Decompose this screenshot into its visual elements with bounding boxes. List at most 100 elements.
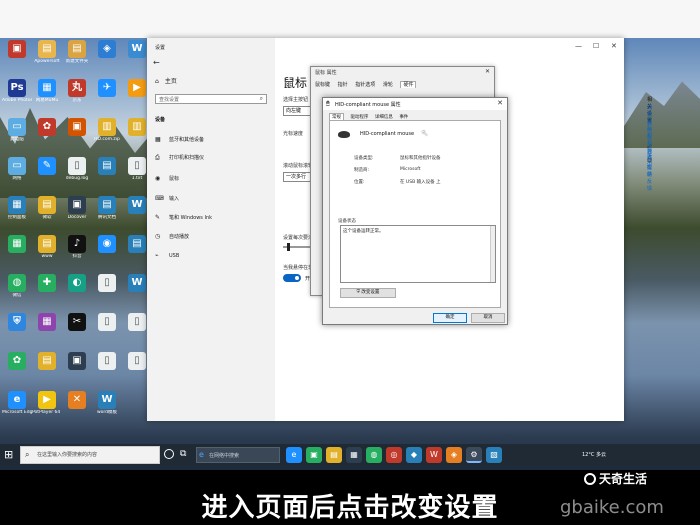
desktop-icon[interactable]: ▭ 此电脑 <box>2 118 32 142</box>
taskbar-app-orange-app-icon[interactable]: ◈ <box>446 447 462 463</box>
taskbar-app-blue-app-icon[interactable]: ◆ <box>406 447 422 463</box>
tab-buttons[interactable]: 鼠标键 <box>315 82 330 88</box>
feedback-link[interactable]: ☺提供反馈 <box>647 158 656 192</box>
tab-general[interactable]: 常规 <box>329 113 344 120</box>
desktop-icon[interactable]: ▯ <box>92 313 122 332</box>
desktop-icon[interactable]: e Microsoft Edge <box>2 391 32 415</box>
sidebar-item-bluetooth[interactable]: ▦ 蓝牙和其他设备 <box>155 136 204 143</box>
app-icon: ✈ <box>98 79 116 97</box>
desktop-icon[interactable]: ▯ <box>92 274 122 293</box>
desktop-icon[interactable]: ✿ <box>2 352 32 371</box>
taskbar-app-photos-icon[interactable]: ▧ <box>486 447 502 463</box>
taskbar-app-wechat-icon[interactable]: ◍ <box>366 447 382 463</box>
app-icon: ✎ <box>38 157 56 175</box>
settings-home-link[interactable]: ⌂ 主页 <box>155 76 177 85</box>
desktop-icon[interactable]: ▤ www <box>32 235 62 259</box>
desktop-icon[interactable]: ▦ <box>2 235 32 254</box>
desktop-icon[interactable]: ✎ <box>32 157 62 176</box>
desktop-icon[interactable]: ▦ 控制面板 <box>2 196 32 220</box>
desktop-icon[interactable]: ▣ <box>62 118 92 137</box>
desktop-icon-label: 新建文件夹 <box>65 59 89 64</box>
taskbar-app-green-app-icon[interactable]: ▣ <box>306 447 322 463</box>
desktop-icon[interactable]: ▤ 新建文件夹 <box>62 40 92 64</box>
desktop-icon[interactable]: 丸京东 <box>62 79 92 103</box>
desktop-icon[interactable]: ⛨ <box>2 313 32 332</box>
taskbar-app-red-app-icon[interactable]: ◎ <box>386 447 402 463</box>
desktop-icon[interactable]: ▶PotPlayer 64 bit <box>32 391 62 415</box>
sidebar-item-mouse[interactable]: ◉ 鼠标 <box>155 175 179 182</box>
desktop-icon[interactable]: ▥ HD.com.zip <box>92 118 122 142</box>
taskbar-app-store-icon[interactable]: ▦ <box>346 447 362 463</box>
desktop-icon[interactable]: ◐ <box>62 274 92 293</box>
taskbar-app-folder-icon[interactable]: ▤ <box>326 447 342 463</box>
sidebar-item-usb[interactable]: ⌁ USB <box>155 252 179 259</box>
desktop-icon[interactable]: Wword模板 <box>92 391 122 415</box>
desktop-icon[interactable]: ✂ <box>62 313 92 332</box>
desktop-icon[interactable]: ✕ <box>62 391 92 410</box>
change-settings-button[interactable]: ⛨ 改变设置 <box>340 288 396 298</box>
desktop-icon[interactable]: ▤ 腾讯文档 <box>92 196 122 220</box>
home-label: 主页 <box>164 78 177 85</box>
close-icon[interactable]: ✕ <box>485 68 490 75</box>
desktop-icon[interactable]: ◈ <box>92 40 122 59</box>
ok-button[interactable]: 确定 <box>433 313 467 323</box>
hid-titlebar: 🖱 HID-compliant mouse 属性 ✕ <box>323 98 507 110</box>
edge-search-box[interactable]: e 在网络中搜索 <box>196 447 280 463</box>
back-arrow-icon[interactable]: ← <box>153 58 160 67</box>
taskbar-search-box[interactable]: ⌕ 在这里输入你要搜索的内容 <box>20 446 160 464</box>
desktop-icon[interactable]: ▤ 微软 <box>32 196 62 220</box>
tab-pointers[interactable]: 指针 <box>338 82 348 88</box>
desktop-icon[interactable]: ▤ Apowersoft <box>32 40 62 64</box>
mouse-device-icon <box>338 131 350 138</box>
tab-hardware[interactable]: 硬件 <box>400 81 417 88</box>
desktop-icon-label: Microsoft Edge <box>2 410 32 415</box>
taskbar-app-edge-icon[interactable]: e <box>286 447 302 463</box>
desktop-icon[interactable]: ✿ <box>32 118 62 137</box>
app-icon: ▯ <box>98 352 116 370</box>
desktop-icon[interactable]: ▤ <box>92 157 122 176</box>
settings-search-input[interactable]: 查找设置 ⌕ <box>155 94 267 104</box>
scroll-mode-dropdown[interactable]: 一次多行 <box>283 172 313 182</box>
app-icon: ⛨ <box>8 313 26 331</box>
maximize-icon[interactable]: ☐ <box>593 42 599 50</box>
taskbar-app-settings-icon[interactable]: ⚙ <box>466 447 482 463</box>
desktop-icon[interactable]: ▣ <box>62 352 92 371</box>
primary-button-dropdown[interactable]: 向左键 <box>283 106 313 116</box>
sidebar-item-autoplay[interactable]: ◷ 自动播放 <box>155 233 189 240</box>
desktop-icon[interactable]: ◍ 微信 <box>2 274 32 298</box>
inactive-scroll-toggle[interactable] <box>283 274 301 282</box>
desktop-icon[interactable]: ♪ 抖音 <box>62 235 92 259</box>
settings-search-placeholder: 查找设置 <box>159 97 180 103</box>
desktop-icon[interactable]: ▦ <box>32 313 62 332</box>
status-scrollbar[interactable] <box>490 226 495 282</box>
weather-readout[interactable]: 12°C 多云 <box>582 451 606 458</box>
app-icon: ▣ <box>8 40 26 58</box>
desktop-icon[interactable]: ▯ <box>92 352 122 371</box>
cancel-button[interactable]: 取消 <box>471 313 505 323</box>
sidebar-item-pen[interactable]: ✎ 笔和 Windows Ink <box>155 214 212 221</box>
close-icon[interactable]: ✕ <box>611 42 617 50</box>
desktop-icon[interactable]: ▭ 网络 <box>2 157 32 181</box>
sidebar-item-typing[interactable]: ⌨ 输入 <box>155 195 179 202</box>
tab-wheel[interactable]: 滑轮 <box>383 82 393 88</box>
desktop-icon[interactable]: ▯ debug.log <box>62 157 92 181</box>
windows-start-icon[interactable]: ⊞ <box>4 449 16 461</box>
desktop-icon[interactable]: ◉ <box>92 235 122 254</box>
desktop-icon[interactable]: ▤ <box>32 352 62 371</box>
close-icon[interactable]: ✕ <box>497 99 503 107</box>
desktop-icon[interactable]: ▦ 网易MuMu <box>32 79 62 103</box>
minimize-icon[interactable]: — <box>575 42 582 50</box>
desktop-icon[interactable]: ✚ <box>32 274 62 293</box>
sidebar-item-printers[interactable]: ⎙ 打印机和扫描仪 <box>155 154 204 162</box>
video-subtitle: 进入页面后点击改变设置 <box>201 493 499 523</box>
desktop-icon[interactable]: ▣ <box>2 40 32 59</box>
taskbar-app-wps-icon[interactable]: W <box>426 447 442 463</box>
desktop-icon[interactable]: PsAdobe Photoshop <box>2 79 32 103</box>
desktop-icon-label: 腾讯文档 <box>98 215 116 220</box>
desktop-icon[interactable]: ▣ Docover <box>62 196 92 220</box>
cortana-icon[interactable] <box>164 449 174 459</box>
task-view-icon[interactable]: ⧉ <box>180 449 186 459</box>
desktop-icon[interactable]: ✈ <box>92 79 122 98</box>
tab-pointer-options[interactable]: 指针选项 <box>355 82 375 88</box>
slider-knob[interactable] <box>287 243 290 251</box>
